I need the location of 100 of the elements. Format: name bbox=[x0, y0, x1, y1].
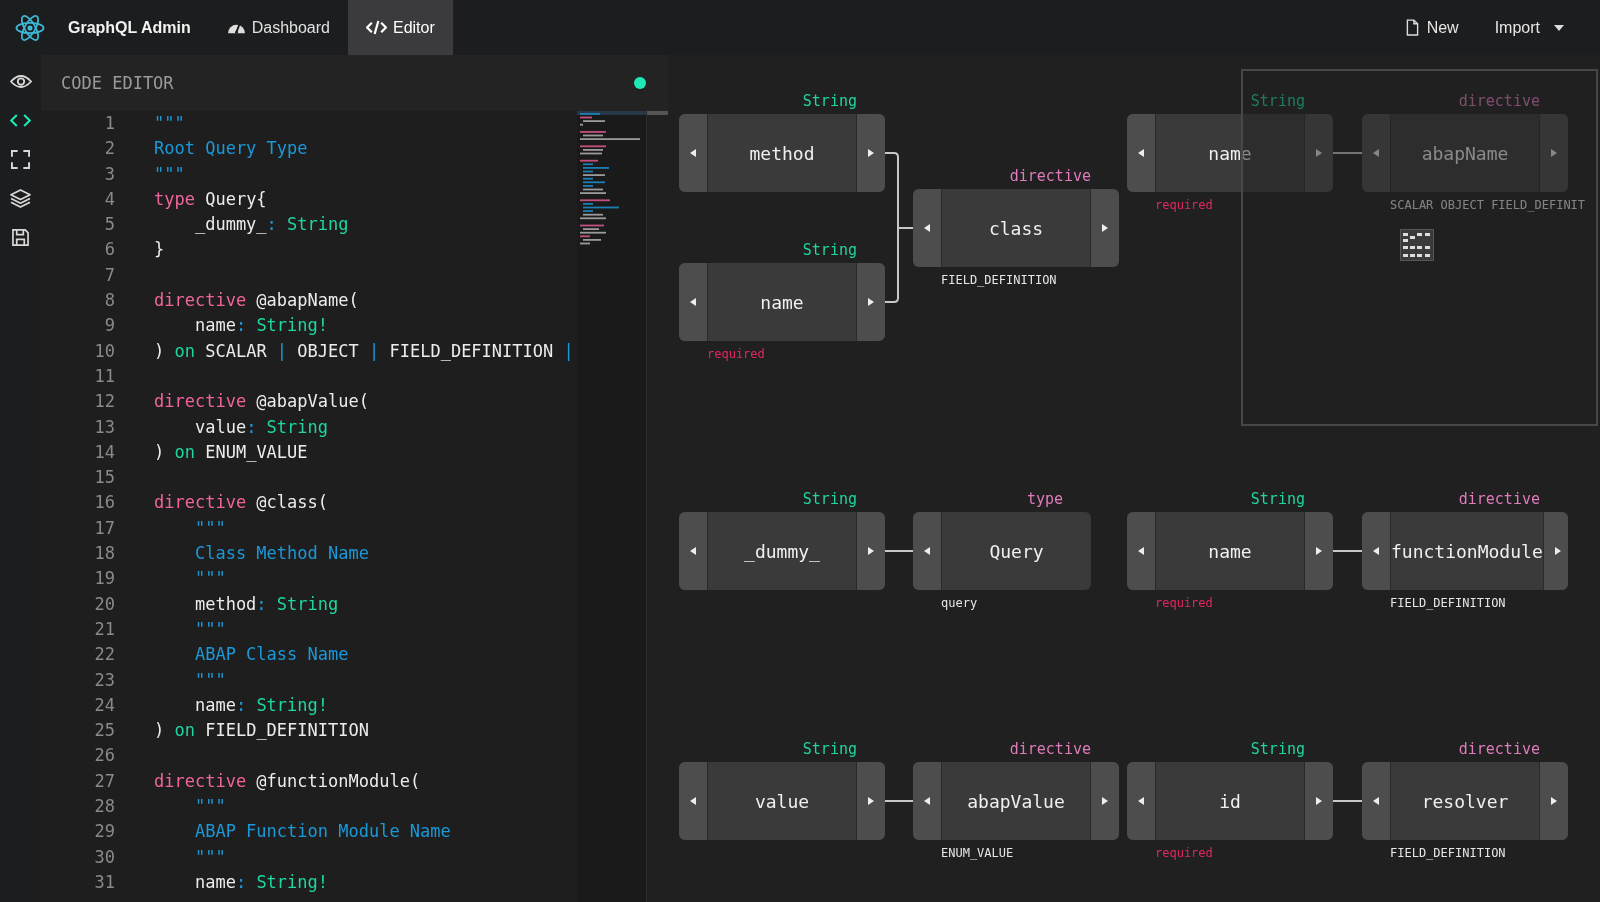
node-name: abapValue bbox=[966, 789, 1066, 814]
right-triangle-icon bbox=[868, 547, 874, 555]
code-line: """ bbox=[154, 163, 185, 184]
nav-tab[interactable]: Dashboard bbox=[208, 0, 348, 55]
graph-node[interactable]: class bbox=[913, 189, 1119, 267]
code-line: name: String! bbox=[193, 694, 329, 715]
left-handle[interactable] bbox=[1362, 114, 1391, 192]
save-icon bbox=[12, 228, 29, 246]
code-line: method: String bbox=[193, 593, 339, 614]
left-triangle-icon bbox=[1373, 149, 1379, 157]
right-handle[interactable] bbox=[1090, 189, 1119, 267]
graph-node[interactable]: abapValue bbox=[913, 762, 1119, 840]
left-handle[interactable] bbox=[1127, 114, 1156, 192]
node-name: resolver bbox=[1420, 789, 1510, 814]
left-handle[interactable] bbox=[913, 512, 942, 590]
graph-node[interactable]: name bbox=[1127, 512, 1333, 590]
graph-node[interactable]: name bbox=[1127, 114, 1333, 192]
scrollbar[interactable] bbox=[646, 111, 668, 902]
right-triangle-icon bbox=[868, 298, 874, 306]
left-handle[interactable] bbox=[913, 189, 942, 267]
left-handle[interactable] bbox=[1362, 512, 1391, 590]
right-handle[interactable] bbox=[1542, 512, 1568, 590]
type-label: directive bbox=[1458, 740, 1540, 758]
graph-node[interactable]: id bbox=[1127, 762, 1333, 840]
line-number: 6 bbox=[103, 238, 115, 262]
connector-line bbox=[1332, 550, 1363, 552]
line-number: 10 bbox=[93, 339, 115, 363]
line-number: 1 bbox=[103, 112, 115, 135]
left-handle[interactable] bbox=[679, 114, 708, 192]
line-number: 21 bbox=[93, 617, 115, 641]
node-name: name bbox=[1207, 539, 1253, 564]
line-number: 13 bbox=[93, 415, 115, 439]
code-line: name: String! bbox=[193, 315, 329, 336]
type-label: String bbox=[802, 490, 857, 508]
code-line: ) on FIELD_DEFINITION bbox=[154, 720, 369, 741]
right-triangle-icon bbox=[1316, 547, 1322, 555]
right-handle[interactable] bbox=[856, 114, 885, 192]
toolbar-action[interactable]: New bbox=[1405, 18, 1459, 37]
line-number: 26 bbox=[93, 744, 115, 768]
grid-icon[interactable] bbox=[1400, 229, 1434, 261]
node-note: FIELD_DEFINITION bbox=[1390, 596, 1506, 610]
type-label: type bbox=[1026, 490, 1063, 508]
right-handle[interactable] bbox=[1090, 762, 1119, 840]
type-label: directive bbox=[1458, 92, 1540, 110]
type-label: String bbox=[1250, 740, 1305, 758]
node-note: required bbox=[1155, 596, 1213, 610]
type-label: String bbox=[802, 92, 857, 110]
right-triangle-icon bbox=[1316, 149, 1322, 157]
left-handle[interactable] bbox=[913, 762, 942, 840]
type-label: directive bbox=[1009, 740, 1091, 758]
graph-node[interactable]: method bbox=[679, 114, 885, 192]
right-handle[interactable] bbox=[1304, 512, 1333, 590]
code-line: _dummy_: String bbox=[193, 214, 349, 235]
left-triangle-icon bbox=[924, 224, 930, 232]
code-line: Root Query Type bbox=[154, 138, 308, 159]
code-line: } bbox=[154, 239, 165, 260]
graph-node[interactable]: Query bbox=[913, 512, 1091, 590]
left-handle[interactable] bbox=[1127, 512, 1156, 590]
graph-node[interactable]: abapName bbox=[1362, 114, 1568, 192]
graph-node[interactable]: _dummy_ bbox=[679, 512, 885, 590]
left-triangle-icon bbox=[1373, 797, 1379, 805]
line-number: 29 bbox=[93, 820, 115, 844]
left-triangle-icon bbox=[690, 149, 696, 157]
code-line: """ bbox=[193, 517, 226, 538]
graph-node[interactable]: value bbox=[679, 762, 885, 840]
toolbar-action[interactable]: Import bbox=[1494, 18, 1564, 37]
right-handle[interactable] bbox=[1304, 762, 1333, 840]
line-number: 22 bbox=[93, 643, 115, 667]
line-number: 19 bbox=[93, 567, 115, 591]
right-handle[interactable] bbox=[1539, 114, 1568, 192]
left-triangle-icon bbox=[1138, 149, 1144, 157]
right-handle[interactable] bbox=[1304, 114, 1333, 192]
line-number: 15 bbox=[93, 466, 115, 490]
node-name: abapName bbox=[1420, 141, 1510, 166]
type-label: String bbox=[802, 241, 857, 259]
graph-node[interactable]: name bbox=[679, 263, 885, 341]
left-handle[interactable] bbox=[679, 263, 708, 341]
left-handle[interactable] bbox=[679, 762, 708, 840]
code-line: directive @abapValue( bbox=[154, 391, 369, 412]
node-name: _dummy_ bbox=[743, 539, 821, 564]
left-handle[interactable] bbox=[1362, 762, 1391, 840]
line-number: 7 bbox=[103, 263, 115, 287]
left-triangle-icon bbox=[690, 797, 696, 805]
right-handle[interactable] bbox=[1539, 762, 1568, 840]
type-label: String bbox=[1250, 490, 1305, 508]
nav-tab[interactable]: Editor bbox=[347, 0, 453, 55]
code-line: ) on SCALAR | OBJECT | FIELD_DEFINITION | bbox=[154, 340, 574, 361]
code-icon bbox=[10, 113, 31, 127]
node-note: ENUM_VALUE bbox=[941, 846, 1014, 860]
left-handle[interactable] bbox=[679, 512, 708, 590]
line-number: 24 bbox=[93, 693, 115, 717]
graph-node[interactable]: resolver bbox=[1362, 762, 1568, 840]
right-handle[interactable] bbox=[856, 263, 885, 341]
graph-node[interactable]: functionModule bbox=[1362, 512, 1568, 590]
code-line: """ bbox=[154, 113, 185, 133]
right-handle[interactable] bbox=[856, 762, 885, 840]
right-handle[interactable] bbox=[856, 512, 885, 590]
file-icon bbox=[1405, 19, 1419, 36]
node-note: required bbox=[707, 347, 765, 361]
left-handle[interactable] bbox=[1127, 762, 1156, 840]
